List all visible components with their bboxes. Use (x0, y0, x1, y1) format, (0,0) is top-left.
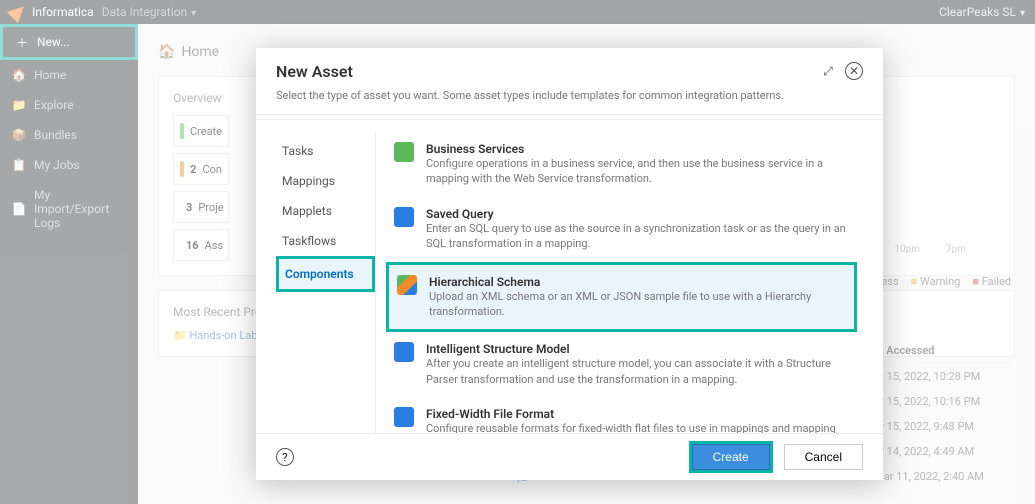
asset-hierarchical-schema[interactable]: Hierarchical SchemaUpload an XML schema … (386, 262, 857, 333)
structure-icon (394, 342, 414, 362)
category-mapplets[interactable]: Mapplets (276, 196, 375, 226)
schema-icon (397, 275, 417, 295)
close-icon[interactable]: ✕ (845, 62, 863, 80)
category-taskflows[interactable]: Taskflows (276, 226, 375, 256)
category-components[interactable]: Components (276, 256, 375, 292)
modal-subtitle: Select the type of asset you want. Some … (256, 89, 883, 115)
category-tasks[interactable]: Tasks (276, 136, 375, 166)
asset-saved-query[interactable]: Saved QueryEnter an SQL query to use as … (386, 197, 857, 262)
asset-intelligent-structure[interactable]: Intelligent Structure ModelAfter you cre… (386, 332, 857, 397)
file-icon (394, 407, 414, 427)
expand-icon[interactable]: ⤢ (819, 62, 837, 80)
new-asset-modal: New Asset ⤢ ✕ Select the type of asset y… (256, 48, 883, 480)
create-button[interactable]: Create (692, 444, 770, 470)
service-icon (394, 142, 414, 162)
help-icon[interactable]: ? (276, 448, 294, 466)
asset-list: Business ServicesConfigure operations in… (386, 132, 863, 433)
cancel-button[interactable]: Cancel (784, 444, 863, 470)
modal-title: New Asset (276, 62, 353, 81)
category-mappings[interactable]: Mappings (276, 166, 375, 196)
category-list: Tasks Mappings Mapplets Taskflows Compon… (276, 132, 376, 433)
query-icon (394, 207, 414, 227)
asset-business-services[interactable]: Business ServicesConfigure operations in… (386, 132, 857, 197)
asset-fixed-width[interactable]: Fixed-Width File FormatConfigure reusabl… (386, 397, 857, 433)
